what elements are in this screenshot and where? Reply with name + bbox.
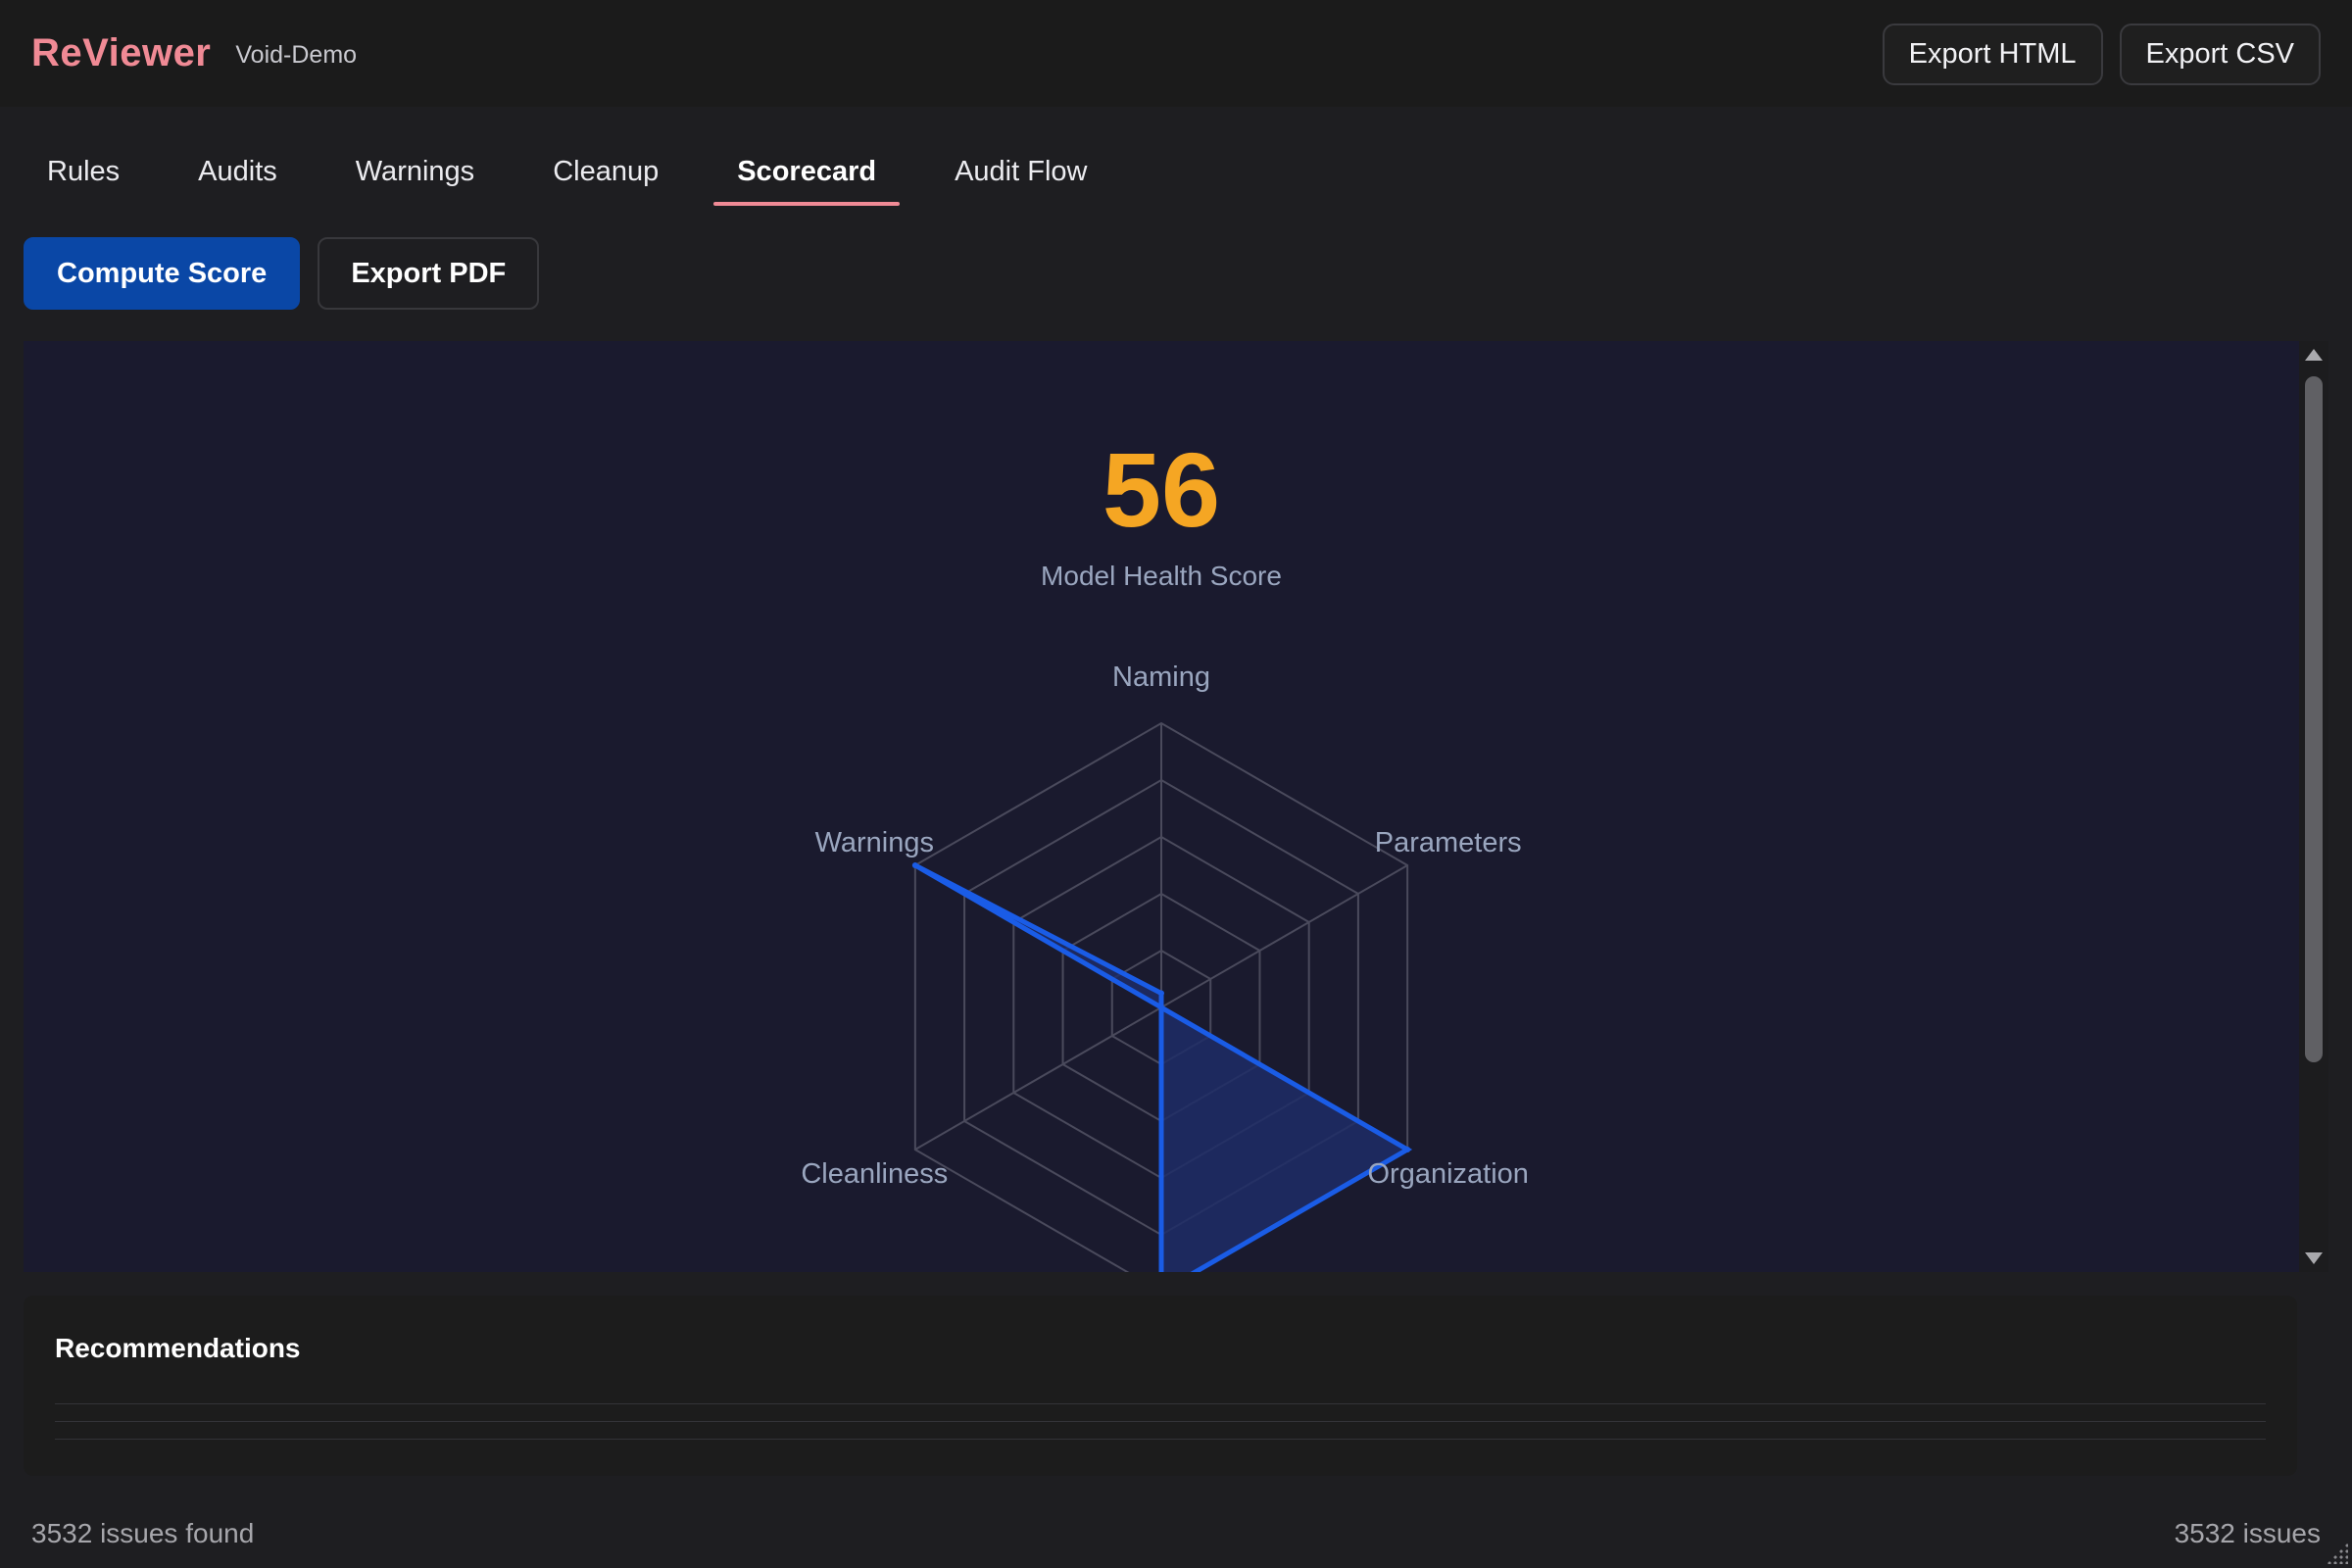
export-csv-button[interactable]: Export CSV bbox=[2119, 24, 2321, 85]
radar-axis-label: Parameters bbox=[1375, 827, 1522, 858]
radar-axis-label: Cleanliness bbox=[801, 1158, 948, 1190]
project-name: Void-Demo bbox=[235, 41, 358, 69]
scrollbar-thumb[interactable] bbox=[2305, 376, 2323, 1062]
radar-data-point bbox=[1404, 1147, 1411, 1152]
app-window: ReViewer Void-Demo Export HTML Export CS… bbox=[0, 0, 2352, 1568]
radar-data-point bbox=[1158, 1004, 1164, 1010]
status-issues-count: 3532 issues bbox=[2174, 1518, 2321, 1548]
divider bbox=[55, 1439, 2266, 1440]
scroll-up-arrow-icon[interactable] bbox=[2305, 349, 2323, 361]
radar-spoke bbox=[914, 1006, 1162, 1151]
status-issues-found: 3532 issues found bbox=[31, 1518, 255, 1548]
tab-cleanup[interactable]: Cleanup bbox=[529, 137, 682, 206]
header: ReViewer Void-Demo Export HTML Export CS… bbox=[0, 0, 2352, 107]
divider bbox=[55, 1403, 2266, 1404]
export-pdf-button[interactable]: Export PDF bbox=[318, 237, 540, 310]
radar-axis-label: Naming bbox=[1112, 662, 1210, 693]
resize-grip-icon[interactable] bbox=[2327, 1543, 2348, 1564]
compute-score-button[interactable]: Compute Score bbox=[24, 237, 301, 310]
scroll-down-arrow-icon[interactable] bbox=[2305, 1252, 2323, 1264]
radar-data-point bbox=[1158, 990, 1164, 997]
recommendations-panel: Recommendations bbox=[24, 1296, 2297, 1476]
radar-chart: Naming Parameters Organization Cleanliness W… bbox=[801, 662, 1529, 1272]
tab-rules[interactable]: Rules bbox=[24, 137, 143, 206]
radar-axis-label: Warnings bbox=[815, 827, 934, 858]
divider bbox=[55, 1421, 2266, 1422]
tab-scorecard[interactable]: Scorecard bbox=[713, 137, 900, 206]
panel-scrollbar[interactable] bbox=[2299, 341, 2328, 1272]
radar-spoke bbox=[1160, 864, 1408, 1008]
radar-data-point bbox=[911, 862, 918, 868]
tab-audits[interactable]: Audits bbox=[174, 137, 301, 206]
tab-audit-flow[interactable]: Audit Flow bbox=[931, 137, 1110, 206]
toolbar: Compute Score Export PDF bbox=[24, 237, 540, 310]
recommendations-title: Recommendations bbox=[55, 1333, 301, 1363]
tab-bar: Rules Audits Warnings Cleanup Scorecard … bbox=[24, 137, 1142, 206]
brand-logo: ReViewer bbox=[31, 31, 212, 74]
tab-warnings[interactable]: Warnings bbox=[332, 137, 498, 206]
header-actions: Export HTML Export CSV bbox=[1882, 24, 2321, 85]
status-bar: 3532 issues found 3532 issues bbox=[0, 1499, 2352, 1568]
scorecard-panel: 56 Model Health Score Naming Parameters Or… bbox=[24, 341, 2299, 1272]
radar-axis-label: Organization bbox=[1367, 1158, 1528, 1190]
export-html-button[interactable]: Export HTML bbox=[1882, 24, 2103, 85]
